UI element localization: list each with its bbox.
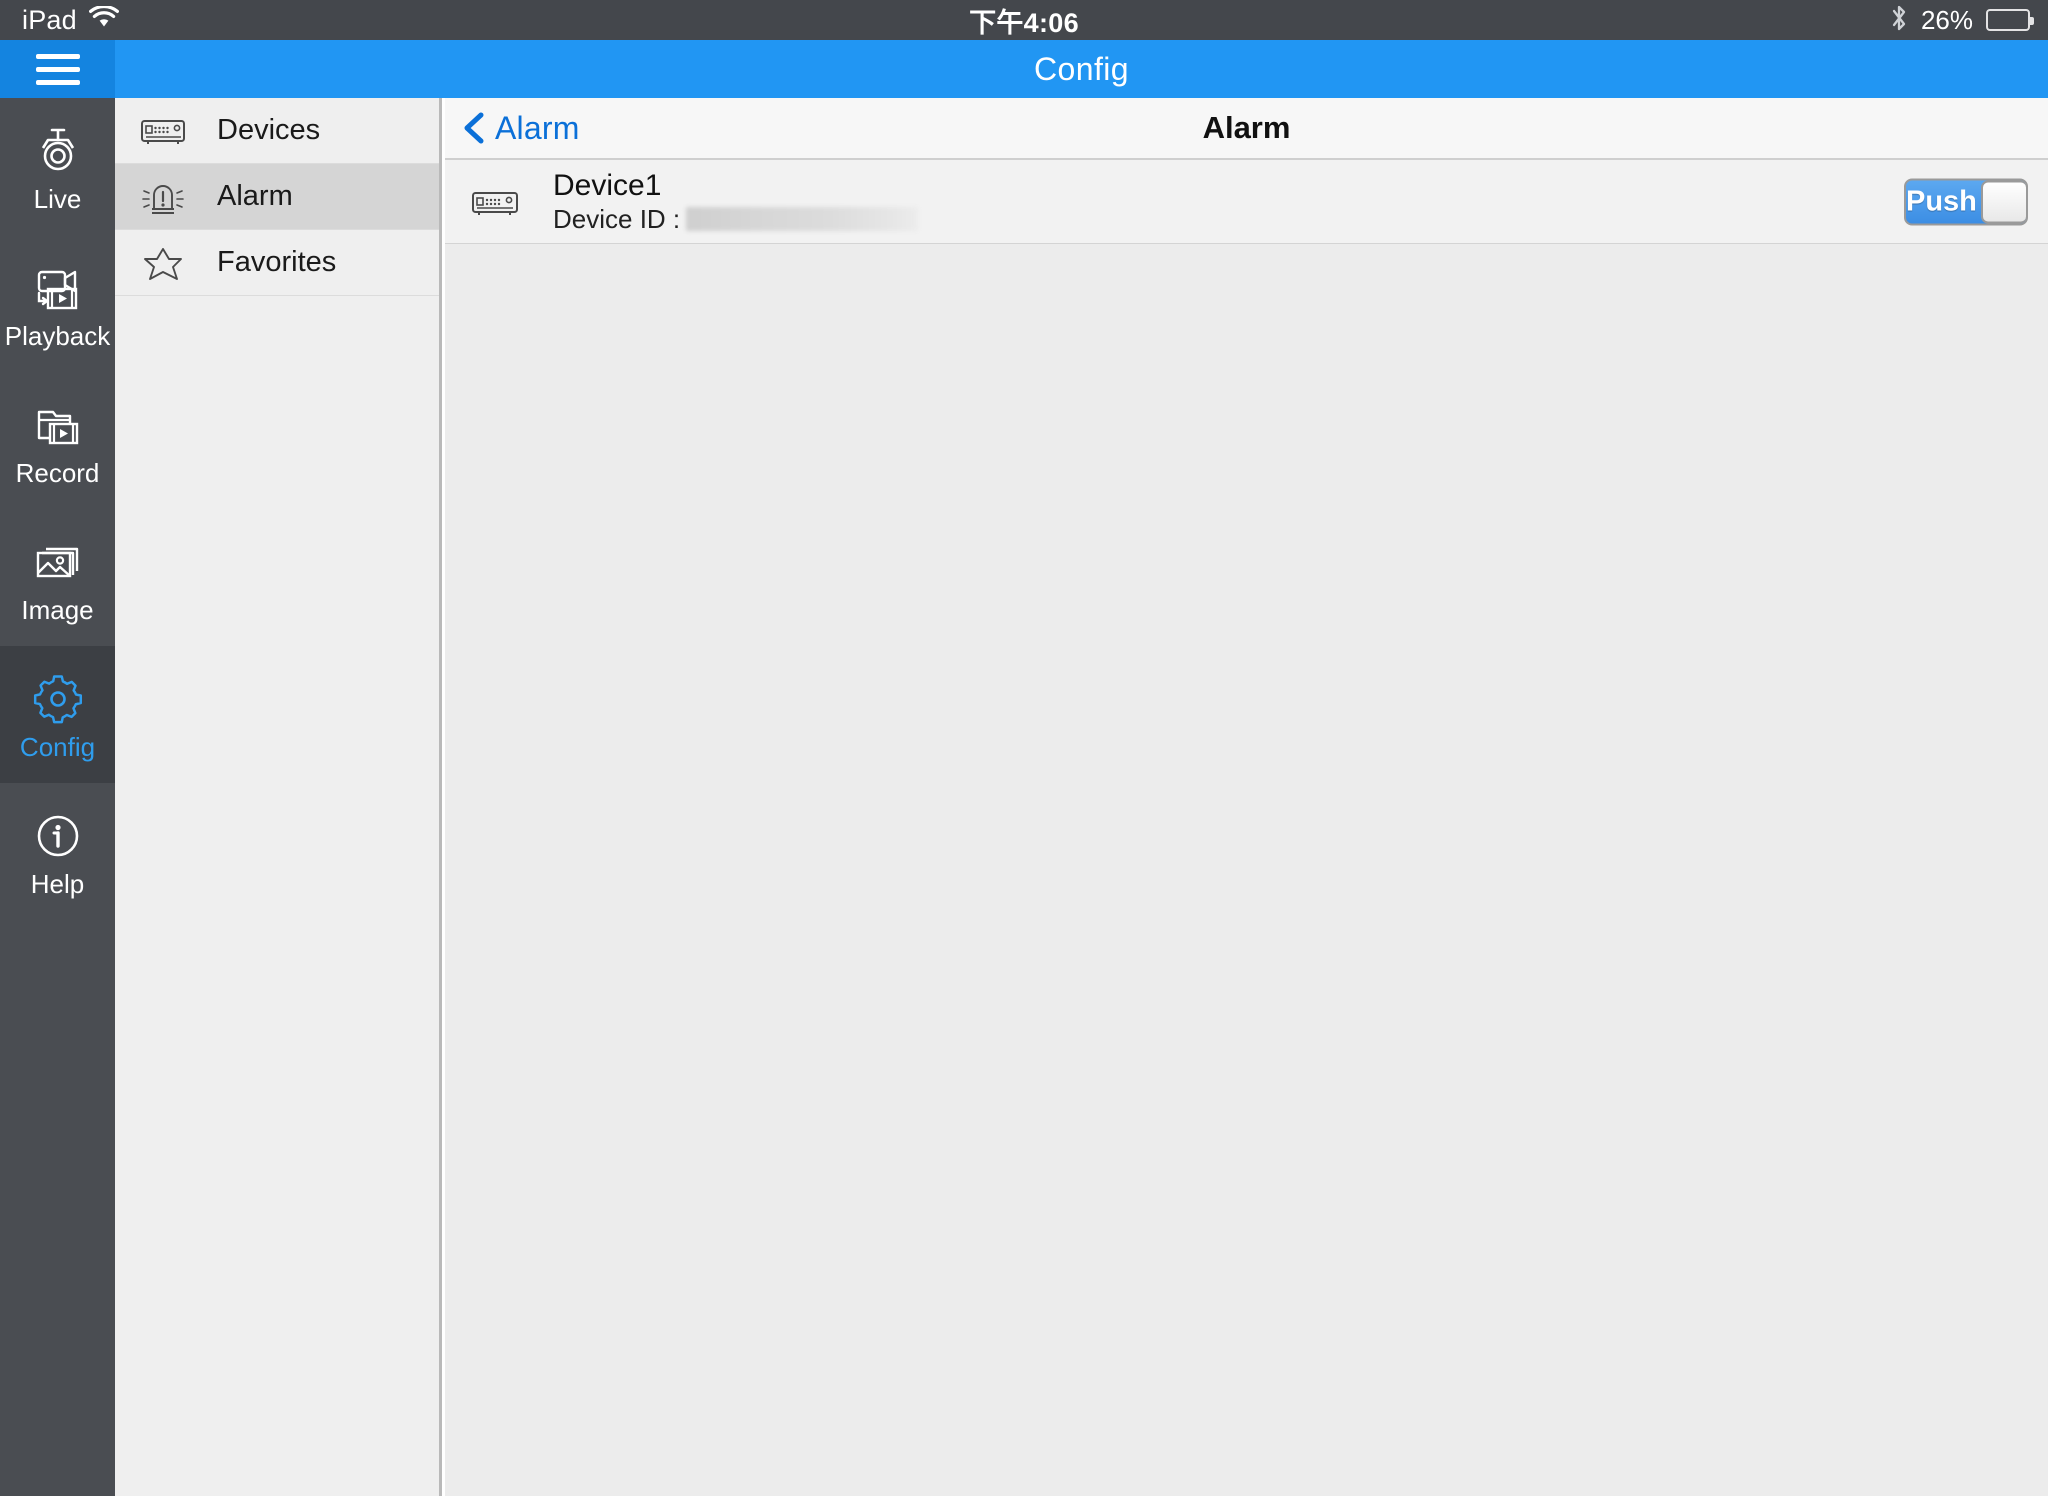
hamburger-menu-icon bbox=[35, 53, 80, 85]
content-header: Alarm Alarm bbox=[445, 98, 2048, 160]
top-bar: Config bbox=[0, 40, 2048, 98]
push-toggle-switch[interactable]: Push bbox=[1904, 178, 2028, 225]
rail-item-label: Config bbox=[19, 731, 96, 762]
camcorder-film-play-icon bbox=[29, 259, 87, 317]
push-toggle-knob[interactable] bbox=[1980, 180, 2026, 223]
rail-item-image[interactable]: Image bbox=[0, 509, 115, 646]
rail-item-playback[interactable]: Playback bbox=[0, 235, 115, 372]
content-title: Alarm bbox=[1202, 110, 1291, 145]
battery-percent-label: 26% bbox=[1920, 4, 1973, 35]
photo-stack-icon bbox=[29, 533, 87, 591]
page-title: Config bbox=[1034, 50, 1129, 87]
rail-item-config[interactable]: Config bbox=[0, 646, 115, 783]
bluetooth-icon bbox=[1890, 4, 1908, 37]
dvr-device-icon bbox=[137, 109, 189, 153]
status-bar: iPad 下午4:06 26% bbox=[0, 0, 2048, 40]
device-id-line: Device ID : bbox=[553, 203, 919, 235]
menu-item-favorites[interactable]: Favorites bbox=[115, 230, 439, 296]
menu-item-label: Alarm bbox=[217, 180, 293, 212]
rail-item-live[interactable]: Live bbox=[0, 98, 115, 235]
star-icon bbox=[137, 241, 189, 285]
menu-item-devices[interactable]: Devices bbox=[115, 98, 439, 164]
device-name: Device1 bbox=[553, 168, 662, 202]
status-bar-time: 下午4:06 bbox=[969, 7, 1079, 38]
rail-item-label: Live bbox=[33, 183, 82, 214]
device-row[interactable]: Device1 Device ID : Push bbox=[445, 160, 2048, 244]
app-root: iPad 下午4:06 26% Config Live Playback Rec… bbox=[0, 0, 2048, 1496]
push-toggle-label: Push bbox=[1906, 185, 1977, 217]
info-circle-icon bbox=[29, 807, 87, 865]
dvr-device-icon bbox=[467, 180, 523, 224]
menu-item-label: Devices bbox=[217, 114, 321, 146]
menu-item-alarm[interactable]: Alarm bbox=[115, 164, 439, 230]
device-id-label: Device ID : bbox=[553, 203, 681, 234]
device-id-value-redacted bbox=[686, 207, 919, 231]
gear-icon bbox=[29, 670, 87, 728]
rail-item-record[interactable]: Record bbox=[0, 372, 115, 509]
device-info: Device1 Device ID : bbox=[553, 168, 919, 235]
left-navigation-rail: Live Playback Record Image Config Help bbox=[0, 98, 115, 1496]
rail-item-help[interactable]: Help bbox=[0, 783, 115, 920]
folder-film-play-icon bbox=[29, 396, 87, 454]
content-area: Alarm Alarm Device1 Device ID: Push bbox=[445, 98, 2048, 1496]
dome-camera-icon bbox=[29, 122, 87, 180]
menu-item-label: Favorites bbox=[217, 246, 337, 278]
config-menu-panel: Devices Alarm Favorites bbox=[115, 98, 442, 1496]
status-bar-right: 26% bbox=[1890, 0, 2034, 40]
content-empty-area bbox=[445, 244, 2048, 1494]
alarm-siren-icon bbox=[137, 175, 189, 219]
rail-item-label: Playback bbox=[4, 320, 111, 351]
rail-item-label: Help bbox=[30, 868, 85, 899]
rail-item-label: Record bbox=[15, 457, 100, 488]
hamburger-menu-button[interactable] bbox=[0, 40, 115, 98]
battery-icon bbox=[1986, 9, 2034, 31]
rail-item-label: Image bbox=[21, 594, 94, 625]
